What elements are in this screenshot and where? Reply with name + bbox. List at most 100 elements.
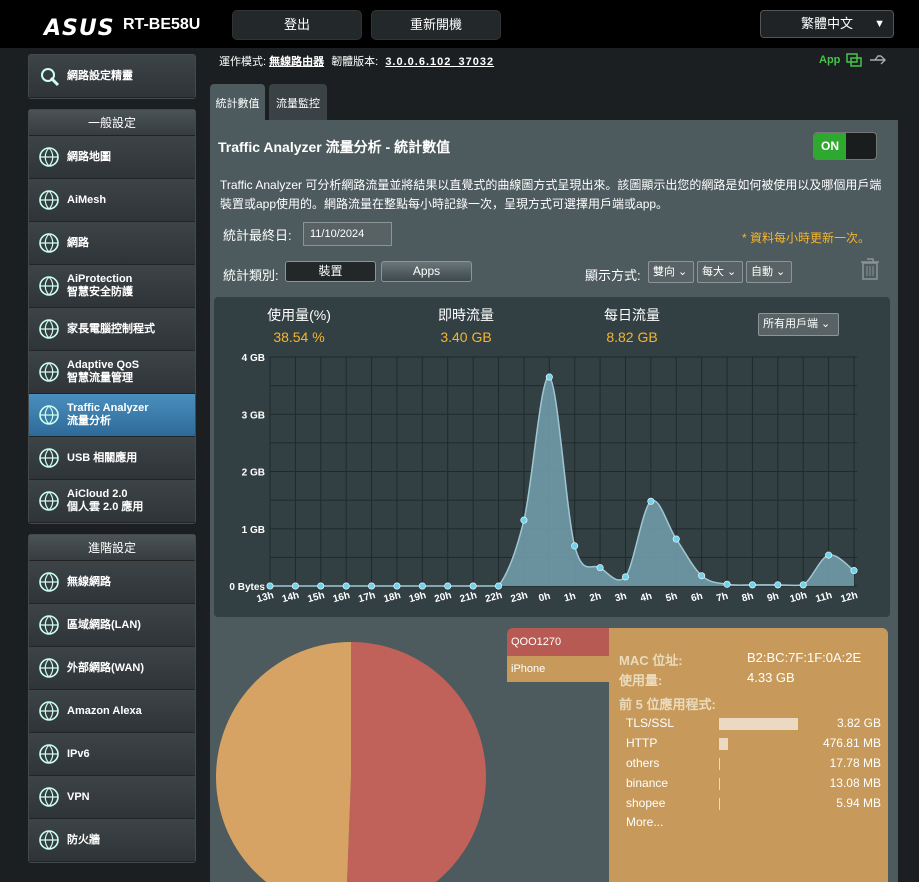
sidebar-item-advanced-2[interactable]: 外部網路(WAN) [29,647,195,690]
app-usage-value: 13.08 MB [829,776,881,790]
more-link[interactable]: More... [626,815,663,829]
sidebar-item-general-7[interactable]: USB 相關應用 [29,437,195,480]
reboot-button[interactable]: 重新開機 [371,10,501,40]
apps-type-button[interactable]: Apps [381,261,472,282]
x-tick-label: 20h [433,590,452,605]
x-tick-label: 22h [484,590,503,605]
pie-chart [216,642,486,882]
main-panel: Traffic Analyzer 流量分析 - 統計數值 ON Traffic … [210,120,898,882]
direction-select[interactable]: 雙向 ⌄ [648,261,694,283]
data-point [393,582,401,590]
data-point [495,582,503,590]
app-usage-value: 3.82 GB [836,716,881,730]
data-point [469,582,477,590]
sidebar-item-label: VPN [67,790,90,803]
sidebar-item-label: 區域網路(LAN) [67,618,141,631]
legend-item-iphone[interactable]: iPhone [507,656,609,682]
app-usage-value: 5.94 MB [836,796,881,810]
x-tick-label: 8h [741,591,755,605]
advanced-settings-heading: 進階設定 [29,535,195,561]
app-usage-bar [719,738,729,750]
legend-item-qoo1270[interactable]: QOO1270 [507,628,609,656]
app-usage-bar [719,718,798,730]
data-point [418,582,426,590]
data-point [444,582,452,590]
app-link[interactable]: App [819,54,840,66]
analyzer-toggle[interactable]: ON [813,132,877,160]
tab-traffic-monitor[interactable]: 流量監控 [269,84,327,120]
date-label: 統計最終日: [223,228,292,243]
data-point [774,581,782,589]
sidebar-item-label: IPv6 [67,747,90,760]
sidebar-item-label: 網路設定精靈 [67,69,133,82]
sidebar-item-general-1[interactable]: AiMesh [29,179,195,222]
top-apps-label: 前 5 位應用程式: [619,697,716,712]
pie-slice[interactable] [346,642,486,882]
sidebar-item-label: 網路地圖 [67,150,111,163]
sidebar-item-advanced-5[interactable]: VPN [29,776,195,819]
sidebar-item-general-3[interactable]: AiProtection 智慧安全防護 [29,265,195,308]
sidebar-item-advanced-0[interactable]: 無線網路 [29,561,195,604]
data-point [748,581,756,589]
wireless-icon [35,568,63,596]
y-tick-label: 1 GB [242,525,265,536]
sidebar-item-label: AiCloud 2.0 個人雲 2.0 應用 [67,488,144,513]
sidebar-item-general-5[interactable]: Adaptive QoS 智慧流量管理 [29,351,195,394]
data-point [317,582,325,590]
x-tick-label: 12h [840,590,859,605]
sidebar-item-label: AiProtection 智慧安全防護 [67,273,133,298]
app-usage-value: 17.78 MB [829,756,881,770]
mac-value: B2:BC:7F:1F:0A:2E [747,650,862,665]
usb-status-icon[interactable] [869,54,887,66]
app-name: HTTP [626,736,658,750]
scale-select[interactable]: 自動 ⌄ [746,261,792,283]
data-point [291,582,299,590]
sidebar-item-label: 防火牆 [67,833,100,846]
sidebar-item-general-0[interactable]: 網路地圖 [29,136,195,179]
device-type-button[interactable]: 裝置 [285,261,376,282]
sidebar-item-general-2[interactable]: 網路 [29,222,195,265]
sidebar-item-label: Adaptive QoS 智慧流量管理 [67,359,140,384]
app-usage-bar [719,758,720,770]
data-point [342,582,350,590]
sidebar-item-advanced-6[interactable]: 防火牆 [29,819,195,862]
area-fill [270,376,854,586]
logout-button[interactable]: 登出 [232,10,362,40]
trash-icon[interactable] [860,257,880,281]
pie-slice[interactable] [216,642,351,882]
x-tick-label: 11h [814,590,833,605]
sidebar-item-advanced-3[interactable]: Amazon Alexa [29,690,195,733]
globe-network-icon [35,143,63,171]
wizard-icon [35,62,63,90]
firmware-link[interactable]: 3.0.0.6.102_37032 [385,56,494,68]
app-usage-bar [719,798,720,810]
x-tick-label: 6h [690,591,704,605]
traffic-chart: 使用量(%) 38.54 % 即時流量 3.40 GB 每日流量 8.82 GB 所有… [214,297,890,617]
top-header: ASUS RT-BE58U 登出 重新開機 繁體中文 ▼ [0,0,919,48]
data-point [647,497,655,505]
x-tick-label: 4h [639,591,653,605]
x-tick-label: 7h [715,591,729,605]
sidebar-item-advanced-1[interactable]: 區域網路(LAN) [29,604,195,647]
sidebar-item-quick-setup[interactable]: 網路設定精靈 [29,55,195,98]
sidebar-item-general-8[interactable]: AiCloud 2.0 個人雲 2.0 應用 [29,480,195,523]
speedometer-icon [35,358,63,386]
sidebar-item-general-4[interactable]: 家長電腦控制程式 [29,308,195,351]
app-name: shopee [626,796,666,810]
area-chart: 0 Bytes1 GB2 GB3 GB4 GB13h 14h 15h 16h 17h 18… [229,353,859,605]
tab-statistics[interactable]: 統計數值 [210,84,265,120]
usage-label: 使用量: [619,673,663,688]
mode-link[interactable]: 無線路由器 [269,56,324,68]
data-point [672,535,680,543]
app-name: others [626,756,660,770]
date-input[interactable]: 11/10/2024 [303,222,392,246]
sidebar-item-advanced-4[interactable]: IPv6 [29,733,195,776]
x-tick-label: 16h [332,590,351,605]
period-select[interactable]: 每大 ⌄ [697,261,743,283]
sidebar-item-label: 外部網路(WAN) [67,661,144,674]
language-value: 繁體中文 [801,16,854,31]
app-connected-icon[interactable] [846,53,863,67]
language-select[interactable]: 繁體中文 ▼ [760,10,894,38]
shield-lock-icon [35,272,63,300]
sidebar-item-general-6[interactable]: Traffic Analyzer 流量分析 [29,394,195,437]
